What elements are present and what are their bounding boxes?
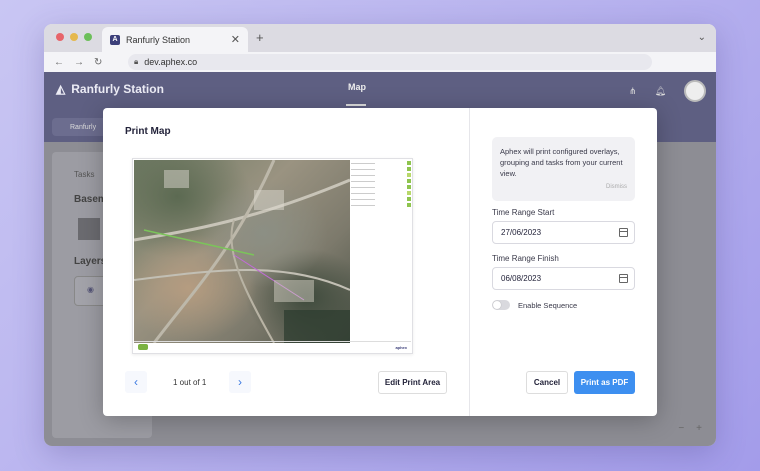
- calendar-icon[interactable]: [619, 228, 628, 237]
- project-chip[interactable]: Ranfurly: [52, 118, 108, 136]
- print-map-modal: Print Map aphex ‹ 1 out of 1 › Edit Prin…: [103, 108, 657, 416]
- back-arrow-icon[interactable]: ←: [54, 57, 64, 68]
- print-preview: aphex: [132, 158, 413, 354]
- lock-icon: 🔒︎: [134, 57, 139, 66]
- dismiss-link[interactable]: Dismiss: [606, 182, 627, 193]
- close-window-button[interactable]: [56, 33, 64, 41]
- modal-title: Print Map: [125, 126, 171, 137]
- url-input[interactable]: 🔒︎ dev.aphex.co: [128, 54, 652, 70]
- next-page-button[interactable]: ›: [229, 371, 251, 393]
- eye-icon[interactable]: ◉: [87, 285, 94, 294]
- tab-bar: A Ranfurly Station ✕ + ⌄: [44, 24, 716, 52]
- info-notice: Aphex will print configured overlays, gr…: [492, 137, 635, 201]
- minimize-window-button[interactable]: [70, 33, 78, 41]
- url-text: dev.aphex.co: [144, 57, 198, 67]
- preview-footer: aphex: [134, 341, 411, 352]
- share-icon[interactable]: ⋔: [629, 86, 637, 97]
- range-finish-value: 06/08/2023: [501, 274, 542, 283]
- range-finish-field[interactable]: 06/08/2023: [492, 267, 635, 290]
- preview-logo-icon: [138, 344, 148, 350]
- cancel-button[interactable]: Cancel: [526, 371, 568, 394]
- enable-sequence-toggle[interactable]: [492, 300, 510, 310]
- previous-page-button[interactable]: ‹: [125, 371, 147, 393]
- print-as-pdf-button[interactable]: Print as PDF: [574, 371, 635, 394]
- left-panel-layers: Layers: [74, 256, 107, 267]
- zoom-in-button[interactable]: +: [696, 423, 702, 434]
- header-actions: ⋔ 🔔︎: [629, 80, 706, 102]
- maximize-window-button[interactable]: [84, 33, 92, 41]
- brand-title: Ranfurly Station: [71, 82, 164, 96]
- left-panel-basemap: Basem: [74, 194, 107, 205]
- enable-sequence-label: Enable Sequence: [518, 301, 578, 310]
- chevron-down-icon[interactable]: ⌄: [698, 32, 706, 43]
- reload-icon[interactable]: ↻: [94, 57, 102, 68]
- range-start-label: Time Range Start: [492, 208, 555, 217]
- zoom-controls: − +: [678, 423, 702, 434]
- project-chip-label: Ranfurly: [70, 123, 97, 131]
- range-finish-label: Time Range Finish: [492, 254, 559, 263]
- aphex-favicon-icon: A: [110, 34, 120, 45]
- browser-tab[interactable]: A Ranfurly Station ✕: [102, 27, 248, 52]
- range-start-field[interactable]: 27/06/2023: [492, 221, 635, 244]
- forward-arrow-icon[interactable]: →: [74, 57, 84, 68]
- basemap-thumbnail[interactable]: [78, 218, 100, 240]
- preview-brand: aphex: [395, 344, 407, 350]
- tab-close-icon[interactable]: ✕: [231, 33, 240, 46]
- edit-print-area-button[interactable]: Edit Print Area: [378, 371, 447, 394]
- preview-legend: [351, 161, 411, 221]
- preview-map-roads: [133, 159, 351, 344]
- left-panel-tasks[interactable]: Tasks: [74, 170, 94, 179]
- avatar[interactable]: [684, 80, 706, 102]
- tab-title: Ranfurly Station: [126, 34, 191, 45]
- modal-divider: [469, 108, 470, 416]
- brand[interactable]: ◭ Ranfurly Station: [56, 82, 164, 96]
- preview-map-image: [133, 159, 351, 344]
- nav-map[interactable]: Map: [348, 82, 366, 92]
- range-start-value: 27/06/2023: [501, 228, 542, 237]
- zoom-out-button[interactable]: −: [678, 423, 684, 434]
- aphex-logo-icon: ◭: [56, 82, 66, 96]
- address-bar: ← → ↻ 🔒︎ dev.aphex.co: [44, 52, 716, 72]
- info-text: Aphex will print configured overlays, gr…: [500, 147, 623, 178]
- page-indicator: 1 out of 1: [173, 378, 207, 387]
- new-tab-button[interactable]: +: [256, 30, 264, 45]
- bell-icon[interactable]: 🔔︎: [655, 86, 666, 97]
- window-controls: [56, 33, 92, 41]
- calendar-icon[interactable]: [619, 274, 628, 283]
- nav-active-indicator: [346, 104, 366, 106]
